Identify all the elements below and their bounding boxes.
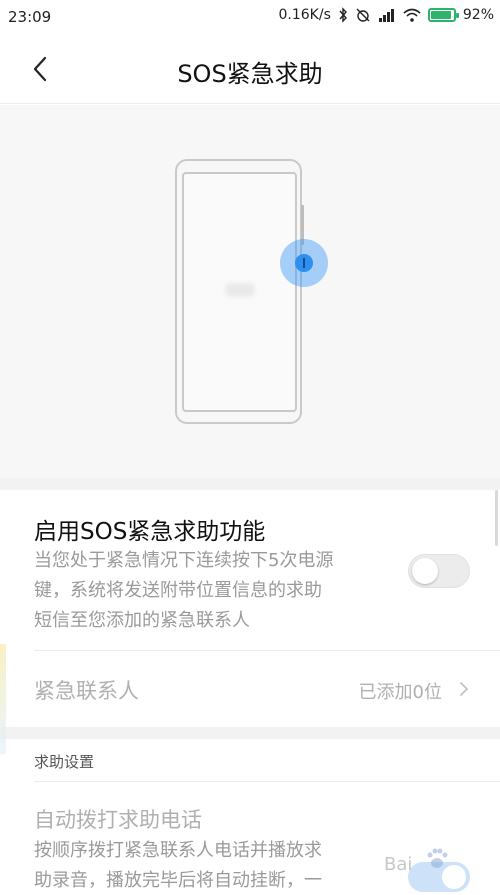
enable-desc-line: 当您处于紧急情况下连续按下5次电源 [34, 550, 334, 571]
network-speed: 0.16K/s [278, 7, 331, 23]
emergency-contacts-label: 紧急联系人 [34, 679, 139, 703]
enable-sos-toggle[interactable] [408, 554, 470, 588]
signal-icon [378, 8, 396, 22]
status-icons: 0.16K/s 92% [279, 7, 495, 23]
auto-call-title: 自动拨打求助电话 [34, 808, 202, 832]
enable-sos-description: 当您处于紧急情况下连续按下5次电源 键，系统将发送附带位置信息的求助 短信至您添… [34, 546, 394, 636]
section-divider [0, 727, 500, 739]
status-time: 23:09 [8, 8, 52, 26]
section-title: 求助设置 [34, 753, 95, 771]
enable-sos-title: 启用SOS紧急求助功能 [34, 519, 266, 545]
sos-illustration [0, 105, 500, 478]
battery-icon [427, 8, 459, 22]
enable-desc-line: 键，系统将发送附带位置信息的求助 [34, 580, 322, 601]
section-divider [0, 478, 500, 490]
mute-alarm-icon [355, 7, 371, 23]
baidu-watermark: Bai [384, 842, 494, 888]
page-title: SOS紧急求助 [177, 60, 323, 88]
scrollbar[interactable] [495, 490, 498, 546]
wifi-icon [403, 8, 421, 22]
battery-percent: 92% [462, 7, 494, 23]
toggle-knob [412, 558, 438, 584]
enable-sos-row[interactable]: 启用SOS紧急求助功能 当您处于紧急情况下连续按下5次电源 键，系统将发送附带位… [0, 490, 500, 650]
edge-artifact [0, 644, 6, 754]
bluetooth-icon [338, 7, 348, 23]
auto-call-description: 按顺序拨打紧急联系人电话并播放求 助录音，播放完毕后将自动挂断，一 [34, 836, 394, 895]
app-header: SOS紧急求助 [0, 34, 500, 104]
paw-logo-icon [427, 848, 448, 868]
screen-blur-mark [225, 283, 255, 297]
auto-call-desc-line: 按顺序拨打紧急联系人电话并播放求 [34, 840, 322, 861]
help-settings-header: 求助设置 [0, 739, 500, 781]
emergency-contacts-count: 已添加0位 [358, 682, 442, 703]
auto-call-desc-line: 助录音，播放完毕后将自动挂断，一 [34, 870, 322, 891]
watermark-text: Bai [384, 854, 413, 875]
chevron-right-icon [454, 679, 474, 699]
status-bar: 23:09 0.16K/s 92% [0, 0, 500, 34]
tap-indicator-mark [303, 258, 305, 268]
emergency-contacts-row[interactable]: 紧急联系人 已添加0位 [0, 651, 500, 727]
enable-desc-line: 短信至您添加的紧急联系人 [34, 610, 250, 631]
